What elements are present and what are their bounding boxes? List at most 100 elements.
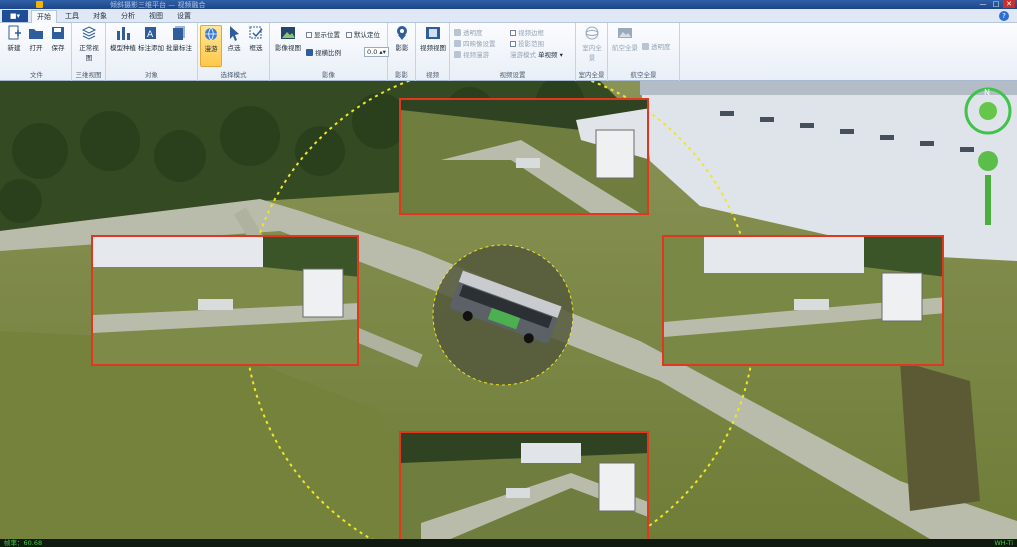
tab-analysis[interactable]: 分析 — [115, 10, 141, 23]
view-ratio-label: 视横比例 — [315, 49, 341, 57]
tab-start[interactable]: 开始 — [31, 10, 57, 23]
box-select-label: 框选 — [249, 44, 263, 52]
box-select-button[interactable]: 框选 — [246, 25, 266, 52]
group-3d-view: 正常视图 三维视图 — [72, 23, 106, 81]
indoor-panorama-button[interactable]: 室内全景 — [580, 25, 604, 62]
batch-label-text: 批量标注 — [166, 44, 192, 52]
group-video: 视频视图 视频 — [416, 23, 450, 81]
app-menu-button[interactable]: ■▾ — [2, 10, 28, 22]
video-view-label: 视频视图 — [420, 44, 446, 52]
film-icon — [425, 25, 441, 41]
group-indoor-label: 室内全景 — [578, 71, 605, 79]
new-button[interactable]: 新建 — [4, 25, 24, 52]
tab-object[interactable]: 对象 — [87, 10, 113, 23]
open-button[interactable]: 打开 — [26, 25, 46, 52]
video-feed-left — [93, 237, 357, 364]
group-object-label: 对象 — [145, 71, 158, 79]
title-bar: 倾斜摄影三维平台 — 视频融合 — □ ✕ — [0, 0, 1017, 9]
model-plant-button[interactable]: 模型种植 — [110, 25, 136, 52]
show-position-checkbox[interactable]: 显示位置 — [306, 29, 340, 39]
group-video-label: 视频 — [426, 71, 439, 79]
group-imagery-label: 影像 — [322, 71, 335, 79]
group-file-label: 文件 — [30, 71, 43, 79]
show-position-label: 显示位置 — [314, 31, 340, 39]
aerial-panorama-button[interactable]: 航空全景 — [612, 25, 638, 52]
image-view-label: 影像视图 — [275, 44, 301, 52]
group-aerial: 航空全景 透明度 航空全景 — [608, 23, 680, 81]
new-file-icon — [6, 25, 22, 41]
project-settings-option[interactable]: 四映像设置 — [454, 38, 496, 48]
close-button[interactable]: ✕ — [1003, 0, 1015, 8]
tab-settings[interactable]: 设置 — [171, 10, 197, 23]
video-feed-bottom — [401, 433, 647, 539]
folder-icon — [28, 25, 44, 41]
quick-access-icon[interactable] — [36, 1, 43, 8]
3d-scene-viewport[interactable]: N — [0, 81, 1017, 539]
checkbox-box — [346, 32, 352, 38]
group-video-settings-label: 视频设置 — [499, 71, 526, 79]
text-label-icon: A — [143, 25, 159, 41]
video-frame-right[interactable] — [662, 235, 944, 366]
image-view-button[interactable]: 影像视图 — [274, 25, 302, 52]
roam-label: 漫游 — [204, 45, 218, 53]
help-icon[interactable]: ? — [999, 11, 1009, 21]
group-video-settings: 透明度 视频边框 四映像设置 投影范围 视频漫游 漫游模式 单视频 ▾ 视频设置 — [450, 23, 576, 81]
video-feed-right — [664, 237, 942, 364]
add-label-button[interactable]: A 标注添加 — [138, 25, 164, 52]
window-title: 倾斜摄影三维平台 — 视频融合 — [110, 1, 206, 9]
shadow-button[interactable]: 影影 — [392, 25, 412, 52]
minimize-button[interactable]: — — [977, 0, 989, 8]
point-select-button[interactable]: 点选 — [224, 25, 244, 52]
location-pin-icon — [394, 25, 410, 41]
default-position-label: 默认定位 — [354, 31, 380, 39]
status-right-text: WH-Ti — [994, 539, 1013, 547]
model-plant-label: 模型种植 — [110, 44, 136, 52]
transparency-option[interactable]: 透明度 — [454, 27, 483, 37]
frame-rate-text: 帧率：60.68 — [4, 539, 43, 547]
svg-text:A: A — [147, 30, 154, 40]
scan-mode-value: 单视频 — [538, 51, 558, 59]
checkbox-box — [510, 30, 516, 36]
maximize-button[interactable]: □ — [990, 0, 1002, 8]
aerial-panorama-label: 航空全景 — [612, 44, 638, 52]
tab-tools[interactable]: 工具 — [59, 10, 85, 23]
batch-label-button[interactable]: 批量标注 — [166, 25, 192, 52]
video-border-checkbox[interactable]: 视频边框 — [510, 27, 544, 37]
save-button[interactable]: 保存 — [48, 25, 68, 52]
video-scan-label: 视频漫游 — [463, 51, 489, 59]
group-select-mode: 漫游 点选 框选 选择模式 — [198, 23, 270, 81]
new-label: 新建 — [7, 44, 21, 52]
video-feed-top — [401, 100, 647, 213]
aerial-transparency-option[interactable]: 透明度 — [642, 41, 671, 51]
transparency-icon — [454, 29, 461, 36]
checkbox-box — [510, 41, 516, 47]
video-frame-top[interactable] — [399, 98, 649, 215]
cursor-icon — [226, 25, 242, 41]
video-scan-icon — [454, 51, 461, 58]
compass-north: N — [984, 88, 990, 97]
bars-icon — [115, 25, 131, 41]
video-view-button[interactable]: 视频视图 — [420, 25, 446, 52]
group-3d-view-label: 三维视图 — [75, 71, 102, 79]
view-ratio-spinner[interactable]: 0.0 ▴▾ — [364, 47, 389, 57]
indoor-panorama-label: 室内全景 — [582, 44, 602, 62]
tab-view[interactable]: 视图 — [143, 10, 169, 23]
group-aerial-label: 航空全景 — [630, 71, 657, 79]
scan-mode-dropdown[interactable]: 单视频 ▾ — [538, 49, 563, 59]
video-frame-left[interactable] — [91, 235, 359, 366]
projection-range-checkbox[interactable]: 投影范围 — [510, 38, 544, 48]
point-select-label: 点选 — [227, 44, 241, 52]
default-position-checkbox[interactable]: 默认定位 — [346, 29, 380, 39]
group-shadow: 影影 影影 — [388, 23, 416, 81]
video-border-label: 视频边框 — [518, 29, 544, 37]
normal-view-button[interactable]: 正常视图 — [78, 25, 100, 62]
ratio-icon — [306, 49, 313, 56]
video-scan-option[interactable]: 视频漫游 — [454, 49, 489, 59]
normal-view-label: 正常视图 — [79, 44, 99, 62]
video-frame-bottom[interactable] — [399, 431, 649, 539]
navigation-compass[interactable]: N — [962, 85, 1014, 235]
roam-button[interactable]: 漫游 — [200, 25, 222, 67]
group-indoor: 室内全景 室内全景 — [576, 23, 608, 81]
view-ratio-control: 视横比例 — [306, 47, 341, 57]
save-icon — [50, 25, 66, 41]
